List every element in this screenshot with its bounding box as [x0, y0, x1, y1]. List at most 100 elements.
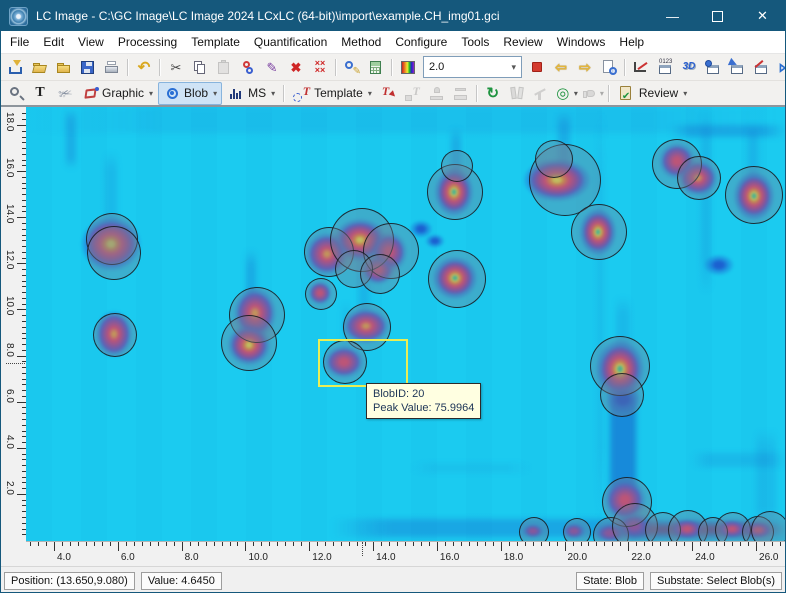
edit-blob-icon: ✎ — [263, 59, 281, 76]
close-button[interactable]: ✕ — [740, 1, 785, 31]
x-ruler-tick — [333, 542, 334, 546]
blob-outline-circle[interactable] — [87, 226, 141, 280]
menu-windows[interactable]: Windows — [550, 32, 613, 52]
blob-outline-circle[interactable] — [677, 156, 721, 200]
stop-icon[interactable] — [525, 56, 549, 79]
blob-outline-circle[interactable] — [751, 511, 785, 541]
search-edit-icon[interactable] — [340, 56, 364, 79]
paste-icon — [212, 56, 236, 79]
blob-outline-circle[interactable] — [360, 254, 400, 294]
chromatogram-canvas[interactable]: BlobID: 20Peak Value: 75.9964 — [26, 107, 785, 541]
cut-icon[interactable]: ✂ — [164, 56, 188, 79]
menu-edit[interactable]: Edit — [36, 32, 71, 52]
menu-processing[interactable]: Processing — [111, 32, 184, 52]
blob-peak[interactable] — [702, 253, 736, 277]
x-ruler-tick — [557, 542, 558, 546]
blob-outline-circle[interactable] — [221, 315, 277, 371]
menu-configure[interactable]: Configure — [388, 32, 454, 52]
blob-outline-circle[interactable] — [571, 204, 627, 260]
menu-help[interactable]: Help — [612, 32, 651, 52]
menu-file[interactable]: File — [3, 32, 36, 52]
delete-multi-icon[interactable]: ×× ×× — [308, 56, 332, 79]
blob-outline-circle[interactable] — [428, 250, 486, 308]
close-file-icon[interactable] — [52, 56, 76, 79]
menu-method[interactable]: Method — [334, 32, 388, 52]
export-table-icon[interactable] — [725, 56, 749, 79]
undo-icon: ↶ — [135, 59, 153, 76]
blob-outline-circle[interactable] — [519, 517, 549, 541]
text-tool-icon[interactable]: T — [28, 82, 52, 105]
back-icon: ⇦ — [552, 59, 570, 76]
x-ruler-tick — [110, 542, 111, 546]
maximize-button[interactable] — [695, 1, 740, 31]
vertical-ruler: 2.04.06.08.010.012.014.016.018.0 — [1, 107, 27, 541]
blob-table-icon[interactable] — [701, 56, 725, 79]
copy-icon — [191, 59, 209, 76]
scissors-tool-icon[interactable]: ✂ — [52, 82, 76, 105]
close-file-icon — [55, 59, 73, 76]
blob-outline-circle[interactable] — [535, 140, 573, 178]
x-ruler-tick — [652, 542, 653, 546]
open-icon[interactable] — [28, 56, 52, 79]
y-ruler-tick — [17, 402, 26, 403]
minimize-icon: — — [666, 9, 679, 24]
values-table-icon[interactable] — [653, 56, 677, 79]
menu-review[interactable]: Review — [496, 32, 549, 52]
cursor-y-marker — [6, 363, 25, 364]
menu-template[interactable]: Template — [184, 32, 247, 52]
blob-outline-circle[interactable] — [600, 373, 644, 417]
x-ruler-tick — [780, 542, 781, 546]
x-ruler-tick — [628, 542, 629, 551]
calculator-icon[interactable] — [364, 56, 388, 79]
refresh-icon[interactable]: ↻ — [481, 82, 505, 105]
save-icon[interactable] — [76, 56, 100, 79]
x-ruler-tick — [126, 542, 127, 546]
review-menu[interactable]: Review▾ — [613, 82, 692, 105]
back-icon[interactable]: ⇦ — [549, 56, 573, 79]
menu-tools[interactable]: Tools — [454, 32, 496, 52]
blob-outline-circle[interactable] — [305, 278, 337, 310]
maximize-icon — [712, 11, 723, 22]
zoom-tool-icon[interactable] — [4, 82, 28, 105]
menu-view[interactable]: View — [71, 32, 111, 52]
undo-icon[interactable]: ↶ — [132, 56, 156, 79]
colormap-icon[interactable] — [396, 56, 420, 79]
x-ruler-tick — [94, 542, 95, 546]
copy-icon[interactable] — [188, 56, 212, 79]
mirror-icon[interactable]: ⋈ — [773, 56, 786, 79]
3d-view-icon[interactable]: 3D — [677, 56, 701, 79]
toolbar-separator — [335, 59, 337, 76]
edit-blob-icon[interactable]: ✎ — [260, 56, 284, 79]
zoom-level-select[interactable]: 2.0▾ — [423, 56, 522, 78]
blob-outline-circle[interactable] — [441, 150, 473, 182]
apply-template-icon[interactable] — [377, 82, 401, 105]
graphic-menu[interactable]: Graphic▾ — [76, 82, 158, 105]
target-icon[interactable]: ◎▾ — [553, 82, 579, 105]
template-menu[interactable]: Template▾ — [288, 82, 377, 105]
minimize-button[interactable]: — — [650, 1, 695, 31]
blob-outline-circle[interactable] — [93, 313, 137, 357]
app-window: LC Image - C:\GC Image\LC Image 2024 LCx… — [0, 0, 786, 593]
link-blobs-icon[interactable] — [236, 56, 260, 79]
blob-menu[interactable]: Blob▾ — [158, 82, 222, 105]
menu-quantification[interactable]: Quantification — [247, 32, 334, 52]
graph-icon[interactable] — [629, 56, 653, 79]
zoom-tool-icon — [7, 85, 25, 102]
print-icon[interactable] — [100, 56, 124, 79]
blob-outline-circle[interactable] — [725, 166, 783, 224]
x-ruler-tick — [158, 542, 159, 546]
ms-menu[interactable]: MS▾ — [222, 82, 280, 105]
delete-icon[interactable]: ✖ — [284, 56, 308, 79]
refresh-icon: ↻ — [484, 85, 502, 102]
open-icon — [31, 59, 49, 76]
zoom-region-icon[interactable] — [597, 56, 621, 79]
derrick-icon — [529, 82, 553, 105]
x-ruler-tick — [349, 542, 350, 546]
blob-peak[interactable] — [424, 233, 446, 249]
import-icon[interactable] — [4, 56, 28, 79]
blob-outline-circle[interactable] — [563, 518, 591, 541]
x-ruler-tick — [413, 542, 414, 546]
forward-icon[interactable]: ⇨ — [573, 56, 597, 79]
edit-table-icon[interactable] — [749, 56, 773, 79]
x-ruler-tick — [206, 542, 207, 546]
